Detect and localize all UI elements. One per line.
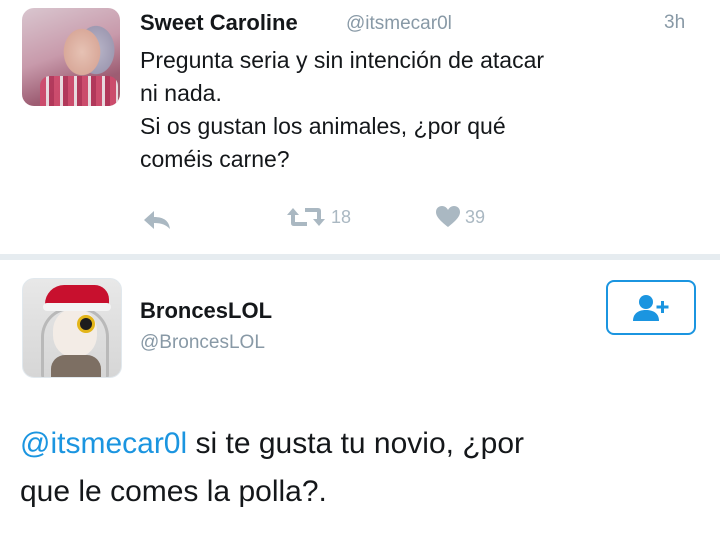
author-name[interactable]: Sweet Caroline [140,10,298,36]
reply-button[interactable] [142,209,172,231]
original-tweet: Sweet Caroline @itsmecar0l 3h Pregunta s… [0,0,720,254]
like-count: 39 [465,206,486,227]
like-button[interactable]: 39 [435,205,485,229]
avatar[interactable] [22,8,120,106]
retweet-count: 18 [331,206,352,227]
author-handle[interactable]: @itsmecar0l [346,13,452,35]
retweet-icon [287,208,325,226]
tweet-timestamp[interactable]: 3h [664,12,685,34]
author-name[interactable]: BroncesLOL [140,298,272,324]
avatar-body [51,355,101,377]
author-handle[interactable]: @BroncesLOL [140,332,265,354]
follow-user-icon [633,294,669,321]
avatar[interactable] [22,278,122,378]
avatar-shirt [40,76,118,106]
reply-icon [144,211,170,229]
heart-icon [436,206,460,227]
follow-button[interactable] [606,280,696,335]
santa-hat-band [43,303,111,311]
reply-tweet: BroncesLOL @BroncesLOL @itsmecar0l si te… [0,260,720,534]
retweet-button[interactable]: 18 [285,205,351,229]
reply-text: @itsmecar0l si te gusta tu novio, ¿por q… [20,420,700,516]
avatar-eye [77,315,95,333]
tweet-text: Pregunta seria y sin intención de atacar… [140,47,545,172]
mention-link[interactable]: @itsmecar0l [20,427,187,460]
